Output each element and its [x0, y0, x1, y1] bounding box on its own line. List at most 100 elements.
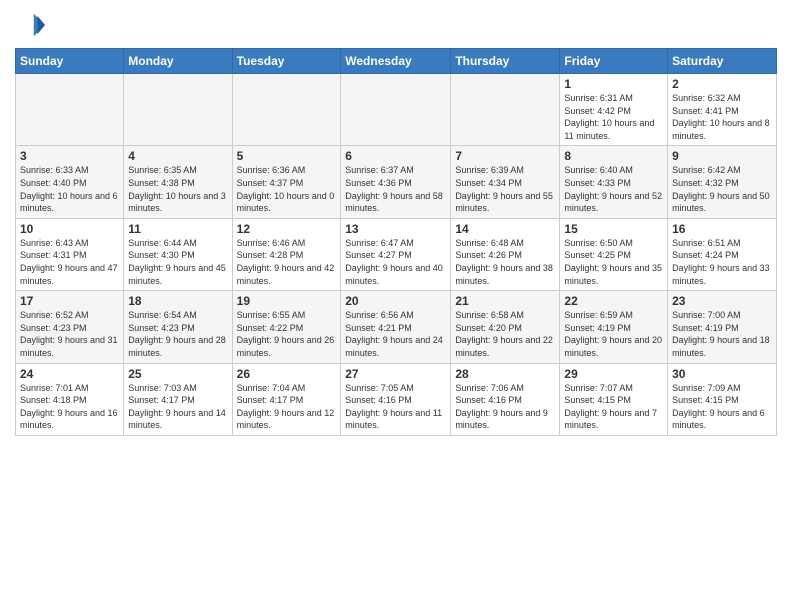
day-number: 21 — [455, 294, 555, 308]
day-cell: 3Sunrise: 6:33 AM Sunset: 4:40 PM Daylig… — [16, 146, 124, 218]
day-cell: 30Sunrise: 7:09 AM Sunset: 4:15 PM Dayli… — [668, 363, 777, 435]
calendar-table: SundayMondayTuesdayWednesdayThursdayFrid… — [15, 48, 777, 436]
day-cell — [124, 74, 232, 146]
week-row-5: 24Sunrise: 7:01 AM Sunset: 4:18 PM Dayli… — [16, 363, 777, 435]
day-info: Sunrise: 6:37 AM Sunset: 4:36 PM Dayligh… — [345, 164, 446, 214]
day-cell: 7Sunrise: 6:39 AM Sunset: 4:34 PM Daylig… — [451, 146, 560, 218]
day-number: 19 — [237, 294, 337, 308]
day-number: 15 — [564, 222, 663, 236]
day-info: Sunrise: 7:07 AM Sunset: 4:15 PM Dayligh… — [564, 382, 663, 432]
day-info: Sunrise: 7:06 AM Sunset: 4:16 PM Dayligh… — [455, 382, 555, 432]
day-info: Sunrise: 6:56 AM Sunset: 4:21 PM Dayligh… — [345, 309, 446, 359]
day-cell — [16, 74, 124, 146]
day-cell: 26Sunrise: 7:04 AM Sunset: 4:17 PM Dayli… — [232, 363, 341, 435]
day-cell: 9Sunrise: 6:42 AM Sunset: 4:32 PM Daylig… — [668, 146, 777, 218]
day-number: 16 — [672, 222, 772, 236]
day-number: 20 — [345, 294, 446, 308]
day-cell: 14Sunrise: 6:48 AM Sunset: 4:26 PM Dayli… — [451, 218, 560, 290]
day-info: Sunrise: 6:44 AM Sunset: 4:30 PM Dayligh… — [128, 237, 227, 287]
day-info: Sunrise: 6:40 AM Sunset: 4:33 PM Dayligh… — [564, 164, 663, 214]
day-cell: 17Sunrise: 6:52 AM Sunset: 4:23 PM Dayli… — [16, 291, 124, 363]
day-info: Sunrise: 7:05 AM Sunset: 4:16 PM Dayligh… — [345, 382, 446, 432]
col-header-sunday: Sunday — [16, 49, 124, 74]
day-number: 10 — [20, 222, 119, 236]
day-number: 26 — [237, 367, 337, 381]
day-cell: 5Sunrise: 6:36 AM Sunset: 4:37 PM Daylig… — [232, 146, 341, 218]
day-info: Sunrise: 6:32 AM Sunset: 4:41 PM Dayligh… — [672, 92, 772, 142]
day-number: 27 — [345, 367, 446, 381]
day-info: Sunrise: 6:46 AM Sunset: 4:28 PM Dayligh… — [237, 237, 337, 287]
col-header-tuesday: Tuesday — [232, 49, 341, 74]
day-cell — [341, 74, 451, 146]
day-info: Sunrise: 6:43 AM Sunset: 4:31 PM Dayligh… — [20, 237, 119, 287]
day-info: Sunrise: 7:03 AM Sunset: 4:17 PM Dayligh… — [128, 382, 227, 432]
day-cell: 12Sunrise: 6:46 AM Sunset: 4:28 PM Dayli… — [232, 218, 341, 290]
day-number: 13 — [345, 222, 446, 236]
day-cell: 13Sunrise: 6:47 AM Sunset: 4:27 PM Dayli… — [341, 218, 451, 290]
day-info: Sunrise: 6:58 AM Sunset: 4:20 PM Dayligh… — [455, 309, 555, 359]
week-row-1: 1Sunrise: 6:31 AM Sunset: 4:42 PM Daylig… — [16, 74, 777, 146]
col-header-saturday: Saturday — [668, 49, 777, 74]
day-cell: 29Sunrise: 7:07 AM Sunset: 4:15 PM Dayli… — [560, 363, 668, 435]
day-cell: 19Sunrise: 6:55 AM Sunset: 4:22 PM Dayli… — [232, 291, 341, 363]
day-cell: 21Sunrise: 6:58 AM Sunset: 4:20 PM Dayli… — [451, 291, 560, 363]
day-number: 8 — [564, 149, 663, 163]
col-header-friday: Friday — [560, 49, 668, 74]
header-row: SundayMondayTuesdayWednesdayThursdayFrid… — [16, 49, 777, 74]
day-cell — [451, 74, 560, 146]
day-cell: 6Sunrise: 6:37 AM Sunset: 4:36 PM Daylig… — [341, 146, 451, 218]
day-number: 17 — [20, 294, 119, 308]
day-info: Sunrise: 6:59 AM Sunset: 4:19 PM Dayligh… — [564, 309, 663, 359]
day-info: Sunrise: 6:54 AM Sunset: 4:23 PM Dayligh… — [128, 309, 227, 359]
week-row-4: 17Sunrise: 6:52 AM Sunset: 4:23 PM Dayli… — [16, 291, 777, 363]
day-number: 25 — [128, 367, 227, 381]
day-cell: 24Sunrise: 7:01 AM Sunset: 4:18 PM Dayli… — [16, 363, 124, 435]
day-info: Sunrise: 6:31 AM Sunset: 4:42 PM Dayligh… — [564, 92, 663, 142]
logo — [15, 10, 49, 40]
day-number: 7 — [455, 149, 555, 163]
day-cell: 28Sunrise: 7:06 AM Sunset: 4:16 PM Dayli… — [451, 363, 560, 435]
logo-icon — [15, 10, 45, 40]
day-cell: 15Sunrise: 6:50 AM Sunset: 4:25 PM Dayli… — [560, 218, 668, 290]
day-info: Sunrise: 6:35 AM Sunset: 4:38 PM Dayligh… — [128, 164, 227, 214]
day-number: 23 — [672, 294, 772, 308]
day-info: Sunrise: 7:09 AM Sunset: 4:15 PM Dayligh… — [672, 382, 772, 432]
day-info: Sunrise: 6:33 AM Sunset: 4:40 PM Dayligh… — [20, 164, 119, 214]
day-info: Sunrise: 7:04 AM Sunset: 4:17 PM Dayligh… — [237, 382, 337, 432]
day-info: Sunrise: 6:51 AM Sunset: 4:24 PM Dayligh… — [672, 237, 772, 287]
day-number: 22 — [564, 294, 663, 308]
day-cell: 11Sunrise: 6:44 AM Sunset: 4:30 PM Dayli… — [124, 218, 232, 290]
day-cell: 22Sunrise: 6:59 AM Sunset: 4:19 PM Dayli… — [560, 291, 668, 363]
day-info: Sunrise: 7:01 AM Sunset: 4:18 PM Dayligh… — [20, 382, 119, 432]
day-info: Sunrise: 6:50 AM Sunset: 4:25 PM Dayligh… — [564, 237, 663, 287]
day-number: 9 — [672, 149, 772, 163]
week-row-2: 3Sunrise: 6:33 AM Sunset: 4:40 PM Daylig… — [16, 146, 777, 218]
day-info: Sunrise: 6:39 AM Sunset: 4:34 PM Dayligh… — [455, 164, 555, 214]
day-number: 12 — [237, 222, 337, 236]
day-cell: 4Sunrise: 6:35 AM Sunset: 4:38 PM Daylig… — [124, 146, 232, 218]
page-container: SundayMondayTuesdayWednesdayThursdayFrid… — [0, 0, 792, 446]
col-header-monday: Monday — [124, 49, 232, 74]
week-row-3: 10Sunrise: 6:43 AM Sunset: 4:31 PM Dayli… — [16, 218, 777, 290]
header — [15, 10, 777, 40]
day-number: 4 — [128, 149, 227, 163]
day-cell: 16Sunrise: 6:51 AM Sunset: 4:24 PM Dayli… — [668, 218, 777, 290]
day-number: 2 — [672, 77, 772, 91]
day-info: Sunrise: 6:48 AM Sunset: 4:26 PM Dayligh… — [455, 237, 555, 287]
day-cell: 2Sunrise: 6:32 AM Sunset: 4:41 PM Daylig… — [668, 74, 777, 146]
day-cell: 18Sunrise: 6:54 AM Sunset: 4:23 PM Dayli… — [124, 291, 232, 363]
day-cell: 23Sunrise: 7:00 AM Sunset: 4:19 PM Dayli… — [668, 291, 777, 363]
day-info: Sunrise: 7:00 AM Sunset: 4:19 PM Dayligh… — [672, 309, 772, 359]
day-number: 18 — [128, 294, 227, 308]
day-number: 6 — [345, 149, 446, 163]
day-number: 11 — [128, 222, 227, 236]
day-number: 29 — [564, 367, 663, 381]
day-cell: 1Sunrise: 6:31 AM Sunset: 4:42 PM Daylig… — [560, 74, 668, 146]
day-cell: 20Sunrise: 6:56 AM Sunset: 4:21 PM Dayli… — [341, 291, 451, 363]
day-cell: 25Sunrise: 7:03 AM Sunset: 4:17 PM Dayli… — [124, 363, 232, 435]
day-number: 24 — [20, 367, 119, 381]
day-number: 30 — [672, 367, 772, 381]
col-header-thursday: Thursday — [451, 49, 560, 74]
day-info: Sunrise: 6:36 AM Sunset: 4:37 PM Dayligh… — [237, 164, 337, 214]
day-info: Sunrise: 6:42 AM Sunset: 4:32 PM Dayligh… — [672, 164, 772, 214]
